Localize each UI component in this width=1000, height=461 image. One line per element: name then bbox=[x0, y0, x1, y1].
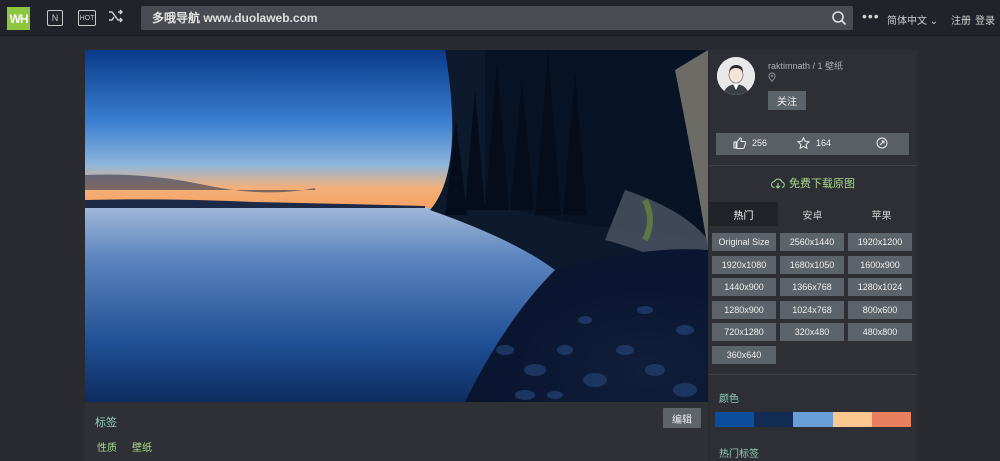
resolution-button[interactable]: 1024x768 bbox=[780, 300, 844, 319]
new-icon[interactable]: N bbox=[47, 10, 63, 26]
author-name[interactable]: raktimnath / 1 壁纸 bbox=[768, 59, 843, 72]
top-navigation-bar: WH N HOT ••• 简体中文 ⌄ 注册 登录 bbox=[0, 0, 1000, 36]
tag-link[interactable]: 壁纸 bbox=[132, 439, 152, 454]
hot-icon[interactable]: HOT bbox=[78, 10, 96, 26]
login-link[interactable]: 登录 bbox=[975, 12, 995, 27]
device-tabs: 热门 安卓 苹果 bbox=[709, 202, 917, 226]
site-logo[interactable]: WH bbox=[7, 7, 30, 30]
like-count: 256 bbox=[752, 138, 768, 148]
favorite-count: 164 bbox=[816, 138, 832, 148]
colors-title: 颜色 bbox=[719, 394, 739, 405]
shuffle-icon[interactable] bbox=[108, 9, 124, 27]
follow-button[interactable]: 关注 bbox=[768, 91, 806, 110]
resolution-button[interactable]: 1680x1050 bbox=[780, 255, 844, 274]
resolution-button[interactable]: 480x800 bbox=[848, 323, 912, 341]
color-palette bbox=[715, 412, 912, 427]
star-icon bbox=[797, 137, 810, 149]
tags-section: 标签 编辑 性质 壁纸 bbox=[85, 402, 708, 461]
more-menu-button[interactable]: ••• bbox=[862, 8, 880, 24]
favorite-button[interactable]: 164 bbox=[797, 137, 831, 149]
resolution-button[interactable]: 720x1280 bbox=[712, 323, 776, 341]
share-button[interactable] bbox=[876, 137, 888, 149]
download-original-button[interactable]: 免费下载原图 bbox=[709, 166, 917, 200]
search-input[interactable] bbox=[141, 6, 821, 30]
color-swatch[interactable] bbox=[871, 412, 912, 427]
resolution-button[interactable]: 1440x900 bbox=[712, 278, 776, 296]
share-icon bbox=[876, 137, 888, 149]
color-swatch[interactable] bbox=[832, 412, 872, 427]
color-swatch[interactable] bbox=[793, 412, 833, 427]
cloud-download-icon bbox=[771, 178, 785, 189]
hot-tags-title: 热门标签 bbox=[719, 449, 759, 460]
sidebar-panel: raktimnath / 1 壁纸 关注 256 164 免费下载原图 热门 安… bbox=[709, 50, 917, 461]
language-selector[interactable]: 简体中文 ⌄ bbox=[887, 12, 938, 27]
resolution-button[interactable]: 2560x1440 bbox=[780, 233, 844, 251]
resolution-button[interactable]: Original Size bbox=[712, 233, 776, 251]
register-link[interactable]: 注册 bbox=[951, 12, 971, 27]
search-icon[interactable] bbox=[831, 10, 847, 26]
color-swatch[interactable] bbox=[754, 412, 794, 427]
tab-android[interactable]: 安卓 bbox=[778, 202, 847, 226]
resolution-button[interactable]: 1280x900 bbox=[712, 300, 776, 319]
wallpaper-image[interactable] bbox=[85, 50, 708, 402]
resolution-button[interactable]: 800x600 bbox=[848, 300, 912, 319]
author-avatar[interactable] bbox=[717, 57, 755, 95]
resolution-button[interactable]: 360x640 bbox=[712, 345, 776, 364]
resolution-button[interactable]: 1600x900 bbox=[848, 255, 912, 274]
tab-hot[interactable]: 热门 bbox=[709, 202, 778, 226]
divider bbox=[709, 374, 917, 375]
tab-apple[interactable]: 苹果 bbox=[847, 202, 916, 226]
thumbs-up-icon bbox=[733, 137, 746, 149]
resolution-button[interactable]: 1920x1080 bbox=[712, 255, 776, 274]
tags-title: 标签 bbox=[95, 417, 117, 429]
resolution-button[interactable]: 1366x768 bbox=[780, 278, 844, 296]
location-pin-icon bbox=[768, 72, 776, 82]
resolution-button[interactable]: 1920x1200 bbox=[848, 233, 912, 251]
search-bar bbox=[141, 6, 853, 30]
resolution-button[interactable]: 1280x1024 bbox=[848, 278, 912, 296]
edit-tags-button[interactable]: 编辑 bbox=[663, 408, 701, 428]
like-button[interactable]: 256 bbox=[733, 137, 767, 149]
resolution-button[interactable]: 320x480 bbox=[780, 323, 844, 341]
download-label: 免费下载原图 bbox=[789, 178, 855, 190]
color-swatch[interactable] bbox=[715, 412, 755, 427]
stats-bar: 256 164 bbox=[716, 133, 909, 155]
tag-link[interactable]: 性质 bbox=[97, 439, 117, 454]
